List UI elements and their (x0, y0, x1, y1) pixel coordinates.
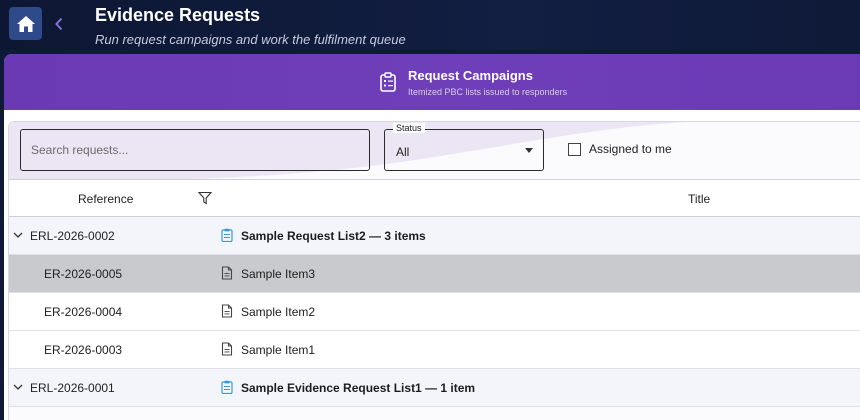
campaigns-banner: Request Campaigns Itemized PBC lists iss… (4, 54, 860, 110)
row-title: Sample Evidence Request List1 — 1 item (241, 381, 476, 395)
chevron-left-icon (55, 17, 63, 31)
chevron-down-icon[interactable] (13, 383, 23, 391)
status-label: Status (393, 123, 425, 133)
main-card: Request Campaigns Itemized PBC lists iss… (4, 54, 860, 420)
group-row[interactable]: ERL-2026-0002 Sample Request List2 — 3 it… (9, 217, 860, 255)
assigned-to-me-toggle[interactable]: Assigned to me (568, 142, 672, 156)
document-icon (221, 304, 233, 318)
filter-icon[interactable] (198, 191, 212, 205)
document-icon (221, 266, 233, 280)
row-reference: ER-2026-0005 (44, 267, 123, 281)
home-button[interactable] (9, 7, 42, 40)
status-value: All (396, 145, 410, 159)
row-reference: ER-2026-0003 (44, 343, 123, 357)
clipboard-icon (221, 380, 233, 394)
status-select[interactable]: Status All (384, 123, 544, 171)
chevron-down-icon[interactable] (13, 231, 23, 239)
row-title: Sample Request List2 — 3 items (241, 229, 426, 243)
column-header-title[interactable]: Title (688, 192, 710, 206)
caret-down-icon (525, 148, 533, 153)
app-bar: Evidence Requests Run request campaigns … (0, 0, 860, 50)
banner-title: Request Campaigns (408, 68, 533, 83)
clipboard-icon (221, 228, 233, 242)
row-reference: ERL-2026-0002 (30, 229, 115, 243)
row-reference: ERL-2026-0001 (30, 381, 115, 395)
page-title: Evidence Requests (95, 5, 261, 25)
column-header-reference[interactable]: Reference (78, 192, 133, 206)
search-input[interactable] (20, 129, 370, 171)
group-row[interactable]: ERL-2026-0001 Sample Evidence Request Lis… (9, 369, 860, 407)
row-reference: ER-2026-0004 (44, 305, 123, 319)
table-row[interactable]: ER-2026-0005 Sample Item3 (9, 255, 860, 293)
row-title: Sample Item2 (241, 305, 316, 319)
table-row[interactable]: ER-2026-0004 Sample Item2 (9, 293, 860, 331)
grid-header: Reference Title (9, 179, 860, 217)
content-panel: Status All Assigned to me Reference Titl… (8, 121, 860, 420)
assigned-checkbox[interactable] (568, 142, 581, 156)
banner-subtitle: Itemized PBC lists issued to responders (408, 87, 568, 97)
document-icon (221, 342, 233, 356)
assigned-label: Assigned to me (589, 142, 672, 156)
page-subtitle: Run request campaigns and work the fulfi… (95, 32, 406, 47)
table-row[interactable]: ER-2026-0003 Sample Item1 (9, 331, 860, 369)
row-title: Sample Item3 (241, 267, 316, 281)
back-button[interactable] (50, 12, 68, 36)
home-icon (16, 15, 35, 32)
row-title: Sample Item1 (241, 343, 316, 357)
clipboard-icon (380, 72, 396, 92)
